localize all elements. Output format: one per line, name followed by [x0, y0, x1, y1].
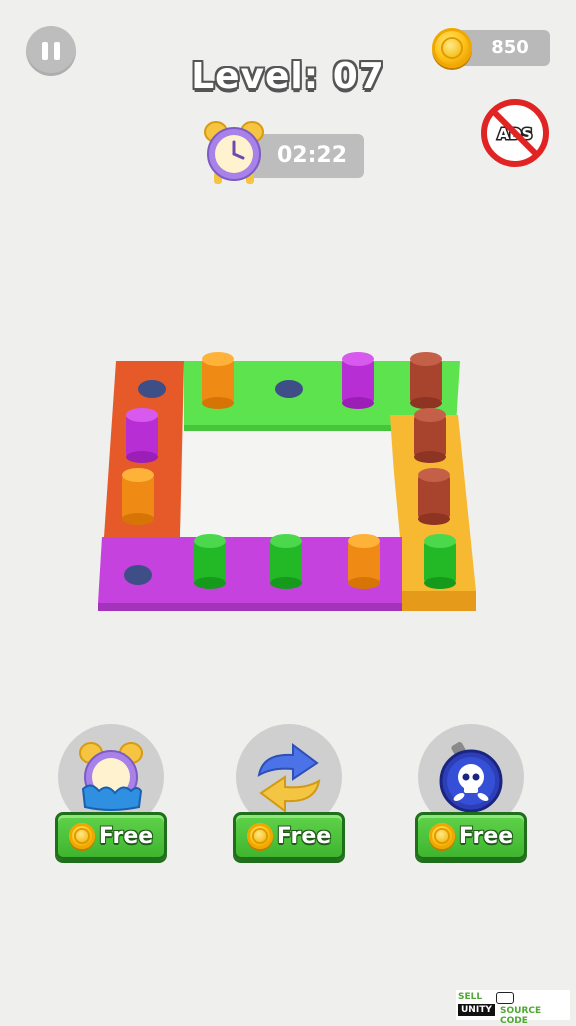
green-peg[interactable] — [270, 534, 302, 589]
watermark: SELL UNITY SOURCE CODE — [456, 990, 570, 1026]
swap-free-button[interactable]: Free — [233, 812, 345, 860]
bomb-free-label: Free — [458, 823, 514, 849]
empty-hole[interactable] — [124, 565, 152, 585]
brown-peg[interactable] — [418, 468, 450, 525]
swap-arrows-icon — [257, 743, 321, 813]
swap-free-label: Free — [276, 823, 332, 849]
empty-hole[interactable] — [275, 380, 303, 398]
clock-freeze-icon — [79, 742, 143, 811]
level-title: Level: 07 — [191, 56, 385, 97]
bomb-free-button[interactable]: Free — [415, 812, 527, 860]
coin-icon — [68, 823, 95, 849]
purple-peg[interactable] — [126, 408, 158, 463]
watermark-source: SOURCE CODE — [500, 1006, 542, 1026]
orange-peg[interactable] — [202, 352, 234, 409]
timer-text: 02:22 — [276, 143, 348, 168]
skull-bomb-icon — [439, 742, 503, 813]
purple-peg[interactable] — [342, 352, 374, 409]
brown-peg[interactable] — [414, 408, 446, 463]
empty-hole[interactable] — [138, 380, 166, 398]
orange-peg[interactable] — [348, 534, 380, 589]
green-peg[interactable] — [194, 534, 226, 589]
watermark-sell: SELL — [458, 992, 483, 1002]
brown-peg[interactable] — [410, 352, 442, 409]
no-ads-button[interactable]: ADS — [480, 98, 550, 168]
orange-peg[interactable] — [122, 468, 154, 525]
freeze-free-label: Free — [98, 823, 154, 849]
game-board[interactable] — [96, 345, 480, 620]
freeze-free-button[interactable]: Free — [55, 812, 167, 860]
coin-icon — [428, 823, 455, 849]
coin-icon — [246, 823, 273, 849]
green-peg[interactable] — [424, 534, 456, 589]
gamepad-icon — [496, 992, 514, 1004]
watermark-unity: UNITY — [458, 1004, 495, 1016]
alarm-clock-icon — [204, 121, 264, 184]
